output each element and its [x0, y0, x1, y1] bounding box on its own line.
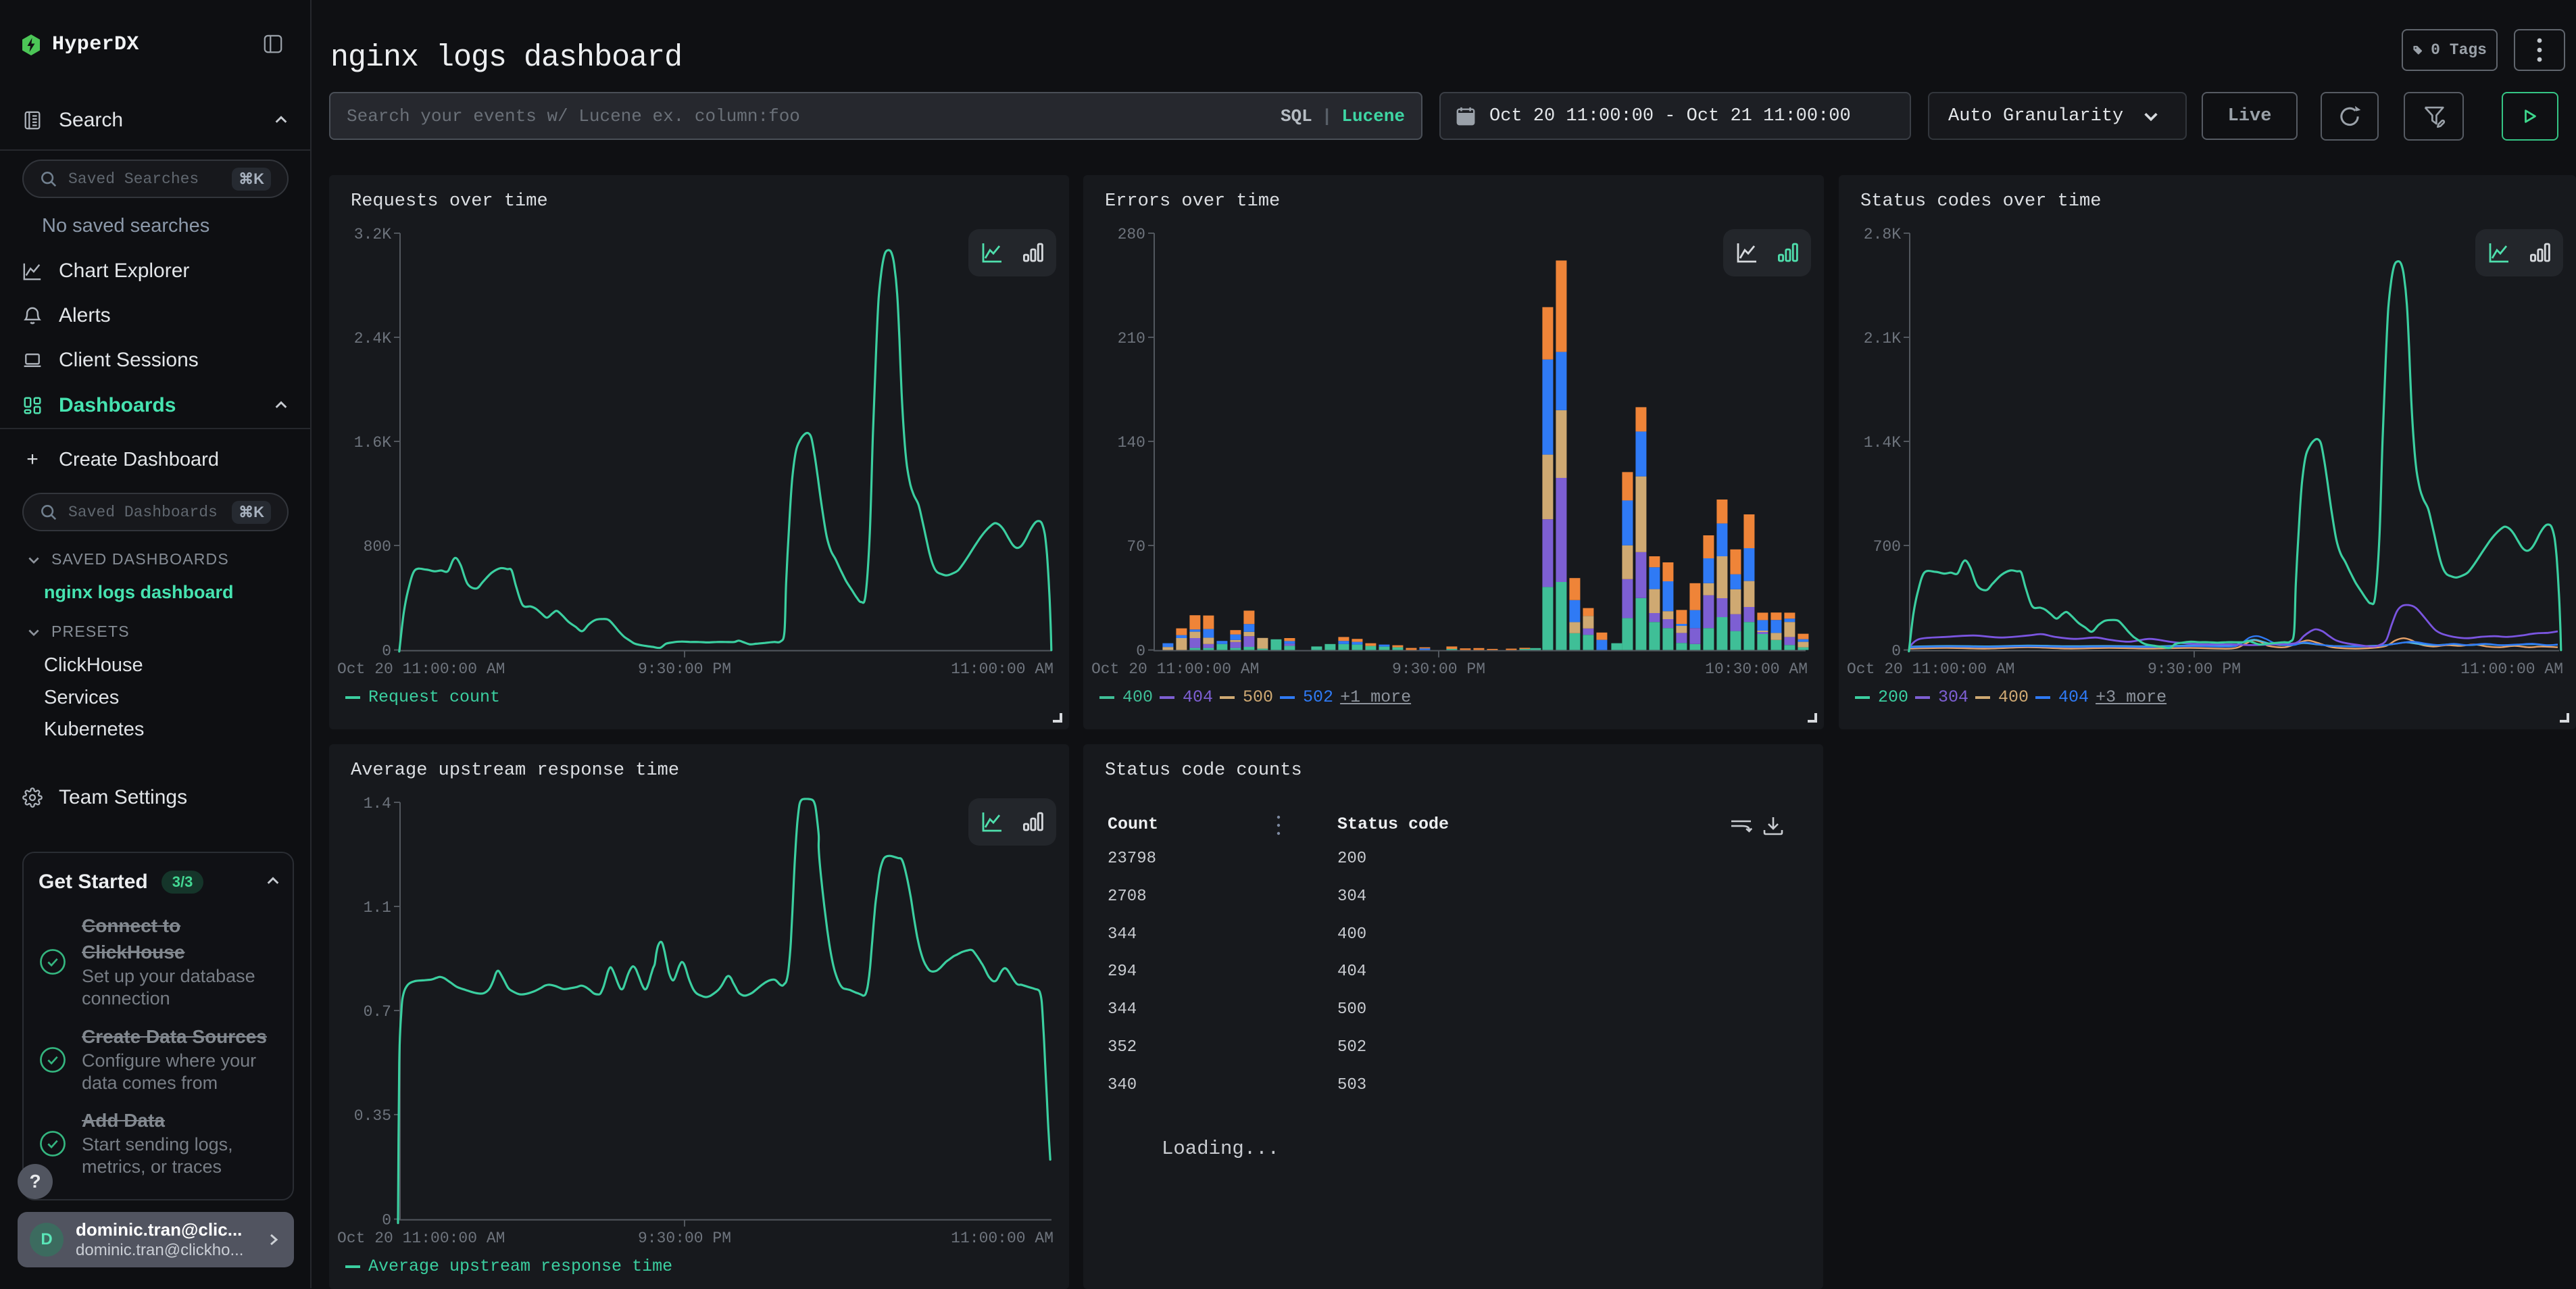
- svg-text:2.1K: 2.1K: [1864, 330, 1901, 347]
- svg-text:0.7: 0.7: [364, 1003, 391, 1021]
- svg-text:Oct 20 11:00:00 AM: Oct 20 11:00:00 AM: [337, 660, 505, 678]
- svg-text:2.4K: 2.4K: [354, 330, 391, 347]
- svg-text:0.35: 0.35: [354, 1107, 391, 1125]
- svg-text:70: 70: [1126, 538, 1145, 556]
- svg-text:9:30:00 PM: 9:30:00 PM: [638, 660, 731, 678]
- svg-text:Oct 20 11:00:00 AM: Oct 20 11:00:00 AM: [1847, 660, 2014, 678]
- svg-text:0: 0: [382, 643, 391, 660]
- svg-text:Oct 20 11:00:00 AM: Oct 20 11:00:00 AM: [337, 1230, 505, 1247]
- svg-text:9:30:00 PM: 9:30:00 PM: [2148, 660, 2241, 678]
- svg-text:1.4: 1.4: [364, 795, 391, 812]
- svg-text:3.2K: 3.2K: [354, 226, 391, 243]
- svg-text:1.1: 1.1: [364, 899, 391, 917]
- svg-text:11:00:00 AM: 11:00:00 AM: [951, 1230, 1054, 1247]
- svg-text:9:30:00 PM: 9:30:00 PM: [1392, 660, 1485, 678]
- svg-text:800: 800: [364, 538, 391, 556]
- svg-text:1.6K: 1.6K: [354, 434, 391, 452]
- svg-text:210: 210: [1118, 330, 1145, 347]
- svg-text:11:00:00 AM: 11:00:00 AM: [951, 660, 1054, 678]
- svg-text:0: 0: [1891, 643, 1901, 660]
- svg-text:Oct 20 11:00:00 AM: Oct 20 11:00:00 AM: [1091, 660, 1259, 678]
- svg-text:9:30:00 PM: 9:30:00 PM: [638, 1230, 731, 1247]
- svg-text:1.4K: 1.4K: [1864, 434, 1901, 452]
- svg-text:2.8K: 2.8K: [1864, 226, 1901, 243]
- svg-text:10:30:00 AM: 10:30:00 AM: [1705, 660, 1808, 678]
- svg-text:280: 280: [1118, 226, 1145, 243]
- svg-text:11:00:00 AM: 11:00:00 AM: [2460, 660, 2563, 678]
- svg-text:0: 0: [382, 1212, 391, 1230]
- svg-text:700: 700: [1873, 538, 1901, 556]
- svg-text:140: 140: [1118, 434, 1145, 452]
- svg-text:0: 0: [1136, 643, 1145, 660]
